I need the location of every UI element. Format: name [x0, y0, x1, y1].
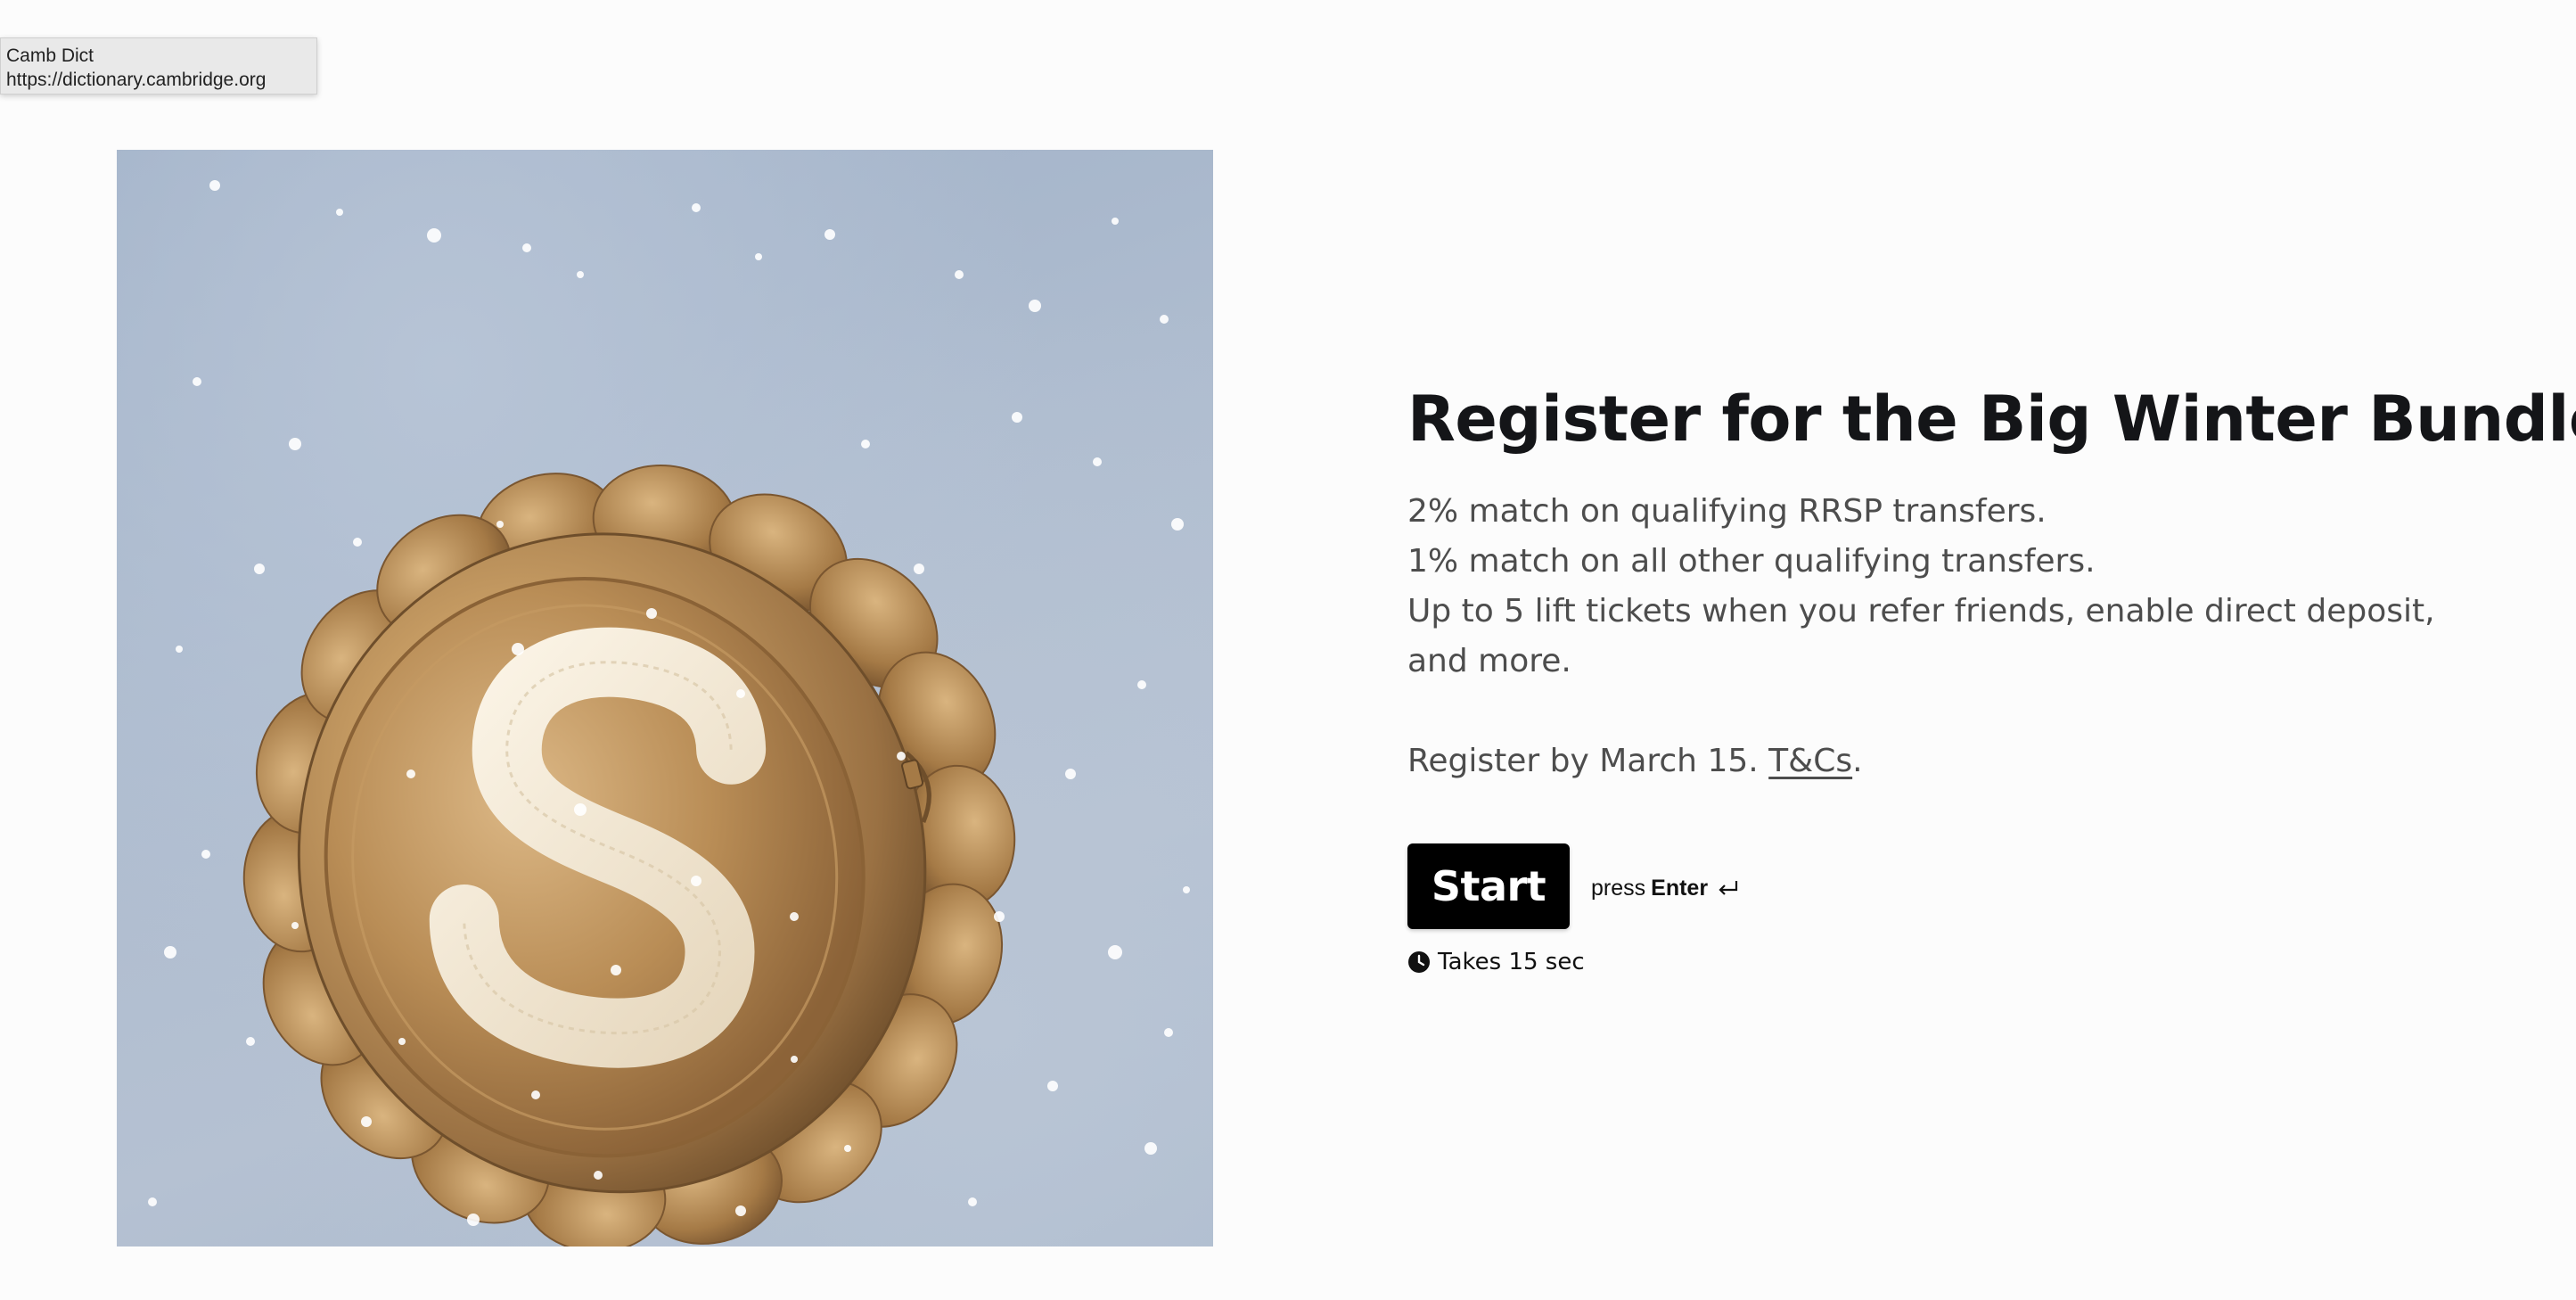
link-tooltip: Camb Dict https://dictionary.cambridge.o… [0, 37, 317, 95]
hint-key: Enter [1651, 875, 1709, 901]
tooltip-url: https://dictionary.cambridge.org [6, 70, 267, 90]
coin-illustration [148, 180, 1190, 1247]
start-button[interactable]: Start [1407, 843, 1570, 929]
keyboard-hint: press Enter [1591, 876, 1740, 901]
duration-text: Takes 15 sec [1438, 949, 1585, 975]
terms-link[interactable]: T&Cs [1768, 743, 1852, 779]
deadline-suffix: . [1852, 743, 1863, 779]
deadline-prefix: Register by March 15. [1407, 743, 1759, 779]
deadline-text: Register by March 15. T&Cs. [1407, 736, 2477, 786]
duration-note: Takes 15 sec [1407, 949, 2477, 975]
hint-prefix: press [1591, 875, 1646, 901]
tooltip-title: Camb Dict [6, 45, 94, 66]
clock-icon [1408, 951, 1430, 973]
page: Camb Dict https://dictionary.cambridge.o… [0, 0, 2576, 1300]
actions-row: Start press Enter [1407, 843, 2477, 929]
offer-line: 1% match on all other qualifying transfe… [1407, 543, 2096, 580]
offer-description: 2% match on qualifying RRSP transfers. 1… [1407, 487, 2468, 687]
return-arrow-icon [1719, 881, 1738, 895]
registration-panel: Register for the Big Winter Bundle 2% ma… [1407, 374, 2576, 975]
offer-line: 2% match on qualifying RRSP transfers. [1407, 493, 2047, 530]
page-title: Register for the Big Winter Bundle [1407, 383, 2576, 456]
offer-line: Up to 5 lift tickets when you refer frie… [1407, 593, 2435, 679]
hero-image [117, 150, 1213, 1247]
